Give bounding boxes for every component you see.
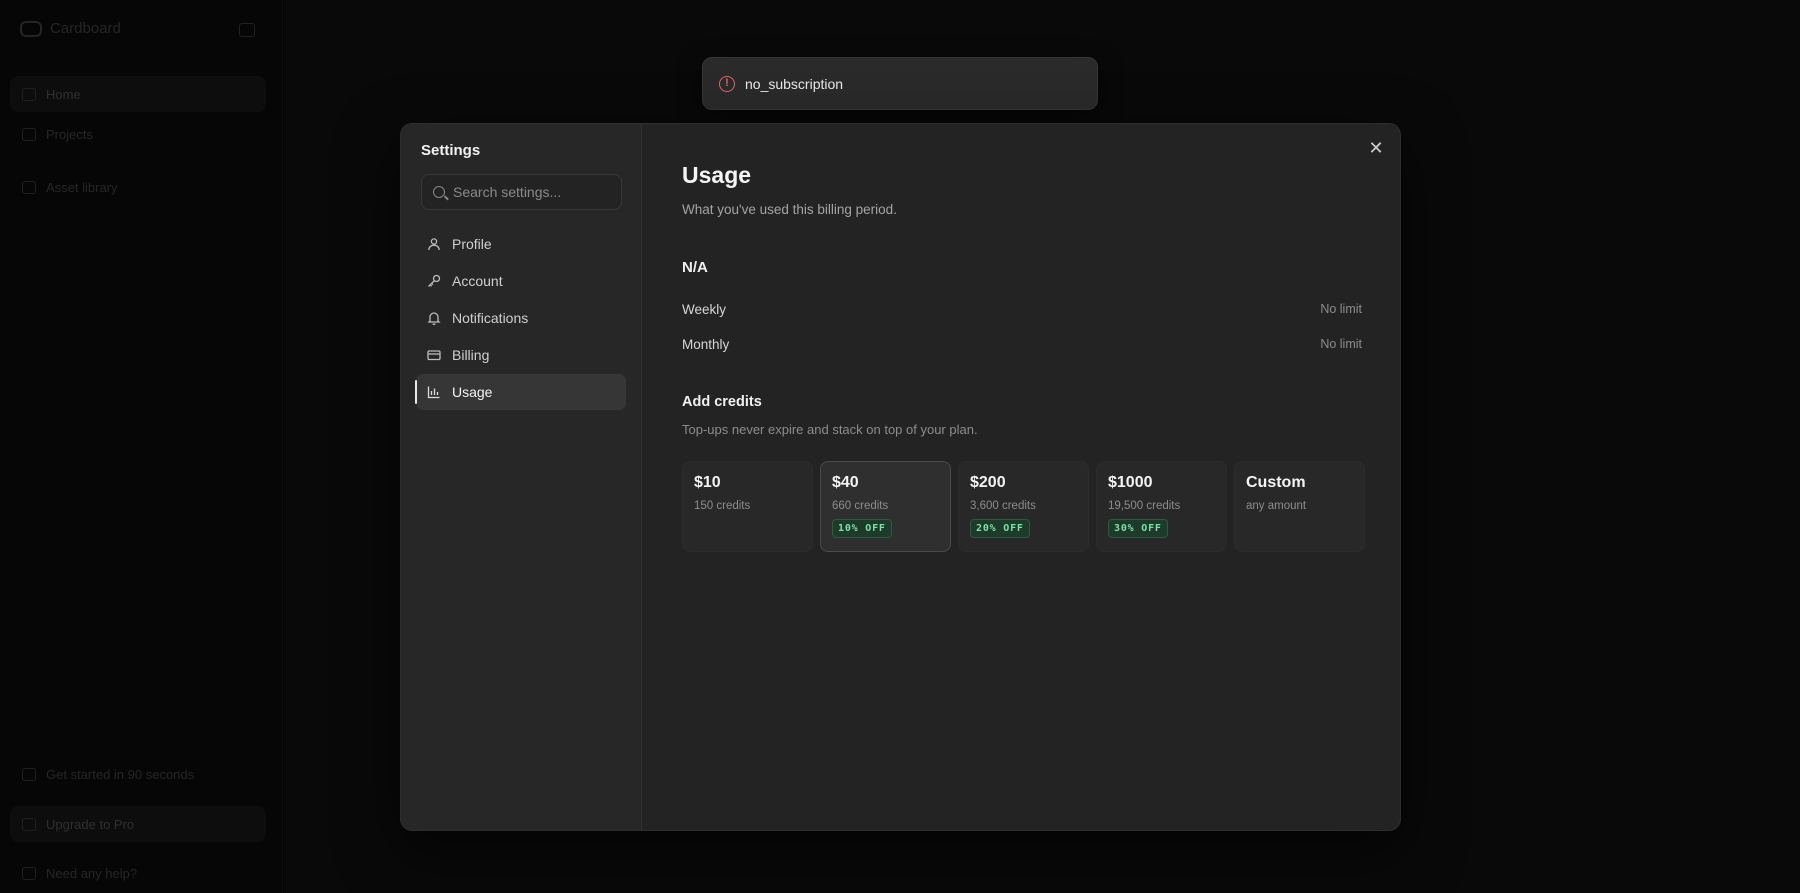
discount-badge: 10% OFF bbox=[832, 519, 892, 538]
credit-card-icon bbox=[427, 348, 441, 362]
page-title: Usage bbox=[682, 162, 752, 188]
user-icon bbox=[427, 237, 441, 251]
alert-circle-icon: ! bbox=[719, 75, 735, 92]
credit-price: $1000 bbox=[1108, 474, 1153, 491]
settings-sidebar: Settings Profile Account bbox=[401, 124, 642, 830]
limit-value: No limit bbox=[1320, 337, 1362, 351]
credit-price: $40 bbox=[832, 474, 859, 491]
limit-value: No limit bbox=[1320, 302, 1362, 316]
settings-search bbox=[421, 174, 622, 210]
settings-title: Settings bbox=[421, 142, 481, 159]
search-input[interactable] bbox=[453, 184, 613, 200]
settings-nav-billing[interactable]: Billing bbox=[416, 337, 626, 373]
toast-message: no_subscription bbox=[745, 75, 844, 92]
plan-name: N/A bbox=[682, 259, 708, 276]
usage-panel: ✕ Usage What you've used this billing pe… bbox=[682, 124, 1400, 830]
settings-nav-profile[interactable]: Profile bbox=[416, 226, 626, 262]
settings-nav-account[interactable]: Account bbox=[416, 263, 626, 299]
settings-nav-notifications[interactable]: Notifications bbox=[416, 300, 626, 336]
limit-row-weekly: Weekly No limit bbox=[682, 302, 1362, 317]
discount-badge: 20% OFF bbox=[970, 519, 1030, 538]
settings-nav-label: Usage bbox=[452, 384, 493, 400]
credit-amount: 150 credits bbox=[694, 500, 751, 512]
credit-option-10[interactable]: $10 150 credits bbox=[682, 461, 813, 552]
credit-amount: 660 credits bbox=[832, 500, 889, 512]
credit-price: $10 bbox=[694, 474, 721, 491]
bar-chart-icon bbox=[427, 385, 441, 399]
discount-badge: 30% OFF bbox=[1108, 519, 1168, 538]
app: Cardboard Home Projects Asset library Ge… bbox=[0, 0, 1800, 893]
settings-nav-label: Notifications bbox=[452, 310, 529, 326]
settings-nav-label: Billing bbox=[452, 347, 490, 363]
credit-price: Custom bbox=[1246, 474, 1306, 491]
search-icon bbox=[433, 186, 445, 198]
settings-modal: Settings Profile Account bbox=[400, 123, 1401, 831]
credit-option-200[interactable]: $200 3,600 credits 20% OFF bbox=[958, 461, 1089, 552]
bell-icon bbox=[427, 311, 441, 325]
page-subtitle: What you've used this billing period. bbox=[682, 202, 897, 217]
settings-nav-label: Profile bbox=[452, 236, 492, 252]
settings-nav-usage[interactable]: Usage bbox=[415, 374, 626, 410]
error-toast: ! no_subscription bbox=[702, 57, 1098, 110]
credit-price: $200 bbox=[970, 474, 1006, 491]
settings-nav: Profile Account Notifications Billing Us… bbox=[415, 226, 626, 411]
credit-amount: any amount bbox=[1246, 500, 1307, 512]
credit-amount: 3,600 credits bbox=[970, 500, 1036, 512]
settings-nav-label: Account bbox=[452, 273, 503, 289]
close-icon[interactable]: ✕ bbox=[1366, 138, 1386, 158]
limit-row-monthly: Monthly No limit bbox=[682, 337, 1362, 352]
key-icon bbox=[427, 274, 441, 288]
credit-option-40[interactable]: $40 660 credits 10% OFF bbox=[820, 461, 951, 552]
add-credits-title: Add credits bbox=[682, 394, 762, 410]
credit-option-custom[interactable]: Custom any amount bbox=[1234, 461, 1365, 552]
credit-option-1000[interactable]: $1000 19,500 credits 30% OFF bbox=[1096, 461, 1227, 552]
credit-options: $10 150 credits $40 660 credits 10% OFF … bbox=[682, 461, 1365, 552]
credit-amount: 19,500 credits bbox=[1108, 500, 1181, 512]
limit-label: Weekly bbox=[682, 302, 727, 317]
limit-label: Monthly bbox=[682, 337, 730, 352]
add-credits-subtitle: Top-ups never expire and stack on top of… bbox=[682, 422, 978, 437]
